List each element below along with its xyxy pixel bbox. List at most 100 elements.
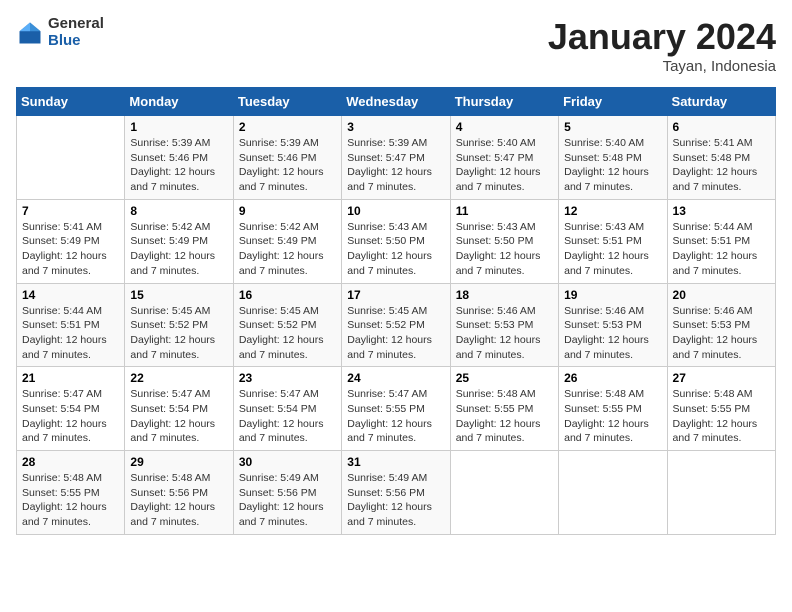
logo: General Blue: [16, 16, 104, 49]
col-thursday: Thursday: [450, 88, 558, 116]
day-detail: Sunrise: 5:45 AM Sunset: 5:52 PM Dayligh…: [347, 304, 444, 363]
day-number: 15: [130, 288, 227, 302]
day-number: 19: [564, 288, 661, 302]
day-number: 3: [347, 120, 444, 134]
day-detail: Sunrise: 5:47 AM Sunset: 5:54 PM Dayligh…: [239, 387, 336, 446]
calendar-cell: 2 Sunrise: 5:39 AM Sunset: 5:46 PM Daylig…: [233, 116, 341, 200]
day-number: 11: [456, 204, 553, 218]
day-detail: Sunrise: 5:46 AM Sunset: 5:53 PM Dayligh…: [456, 304, 553, 363]
calendar-cell: 23 Sunrise: 5:47 AM Sunset: 5:54 PM Dayli…: [233, 367, 341, 451]
day-number: 26: [564, 371, 661, 385]
calendar-week-row: 1 Sunrise: 5:39 AM Sunset: 5:46 PM Daylig…: [17, 116, 776, 200]
calendar-header-row: Sunday Monday Tuesday Wednesday Thursday…: [17, 88, 776, 116]
day-detail: Sunrise: 5:46 AM Sunset: 5:53 PM Dayligh…: [673, 304, 770, 363]
calendar-cell: 29 Sunrise: 5:48 AM Sunset: 5:56 PM Dayli…: [125, 451, 233, 535]
day-number: 25: [456, 371, 553, 385]
day-detail: Sunrise: 5:49 AM Sunset: 5:56 PM Dayligh…: [347, 471, 444, 530]
day-detail: Sunrise: 5:45 AM Sunset: 5:52 PM Dayligh…: [130, 304, 227, 363]
col-monday: Monday: [125, 88, 233, 116]
calendar-cell: 11 Sunrise: 5:43 AM Sunset: 5:50 PM Dayli…: [450, 199, 558, 283]
calendar-cell: 16Sunrise: 5:45 AM Sunset: 5:52 PM Dayli…: [233, 283, 341, 367]
day-detail: Sunrise: 5:44 AM Sunset: 5:51 PM Dayligh…: [673, 220, 770, 279]
col-tuesday: Tuesday: [233, 88, 341, 116]
day-number: 31: [347, 455, 444, 469]
calendar-cell: 15 Sunrise: 5:45 AM Sunset: 5:52 PM Dayli…: [125, 283, 233, 367]
day-number: 20: [673, 288, 770, 302]
calendar-cell: 18 Sunrise: 5:46 AM Sunset: 5:53 PM Dayli…: [450, 283, 558, 367]
calendar-cell: 3 Sunrise: 5:39 AM Sunset: 5:47 PM Daylig…: [342, 116, 450, 200]
calendar-cell: 19 Sunrise: 5:46 AM Sunset: 5:53 PM Dayli…: [559, 283, 667, 367]
calendar-cell: 24 Sunrise: 5:47 AM Sunset: 5:55 PM Dayli…: [342, 367, 450, 451]
day-detail: Sunrise: 5:42 AM Sunset: 5:49 PM Dayligh…: [130, 220, 227, 279]
day-number: 12: [564, 204, 661, 218]
calendar-cell: 27 Sunrise: 5:48 AM Sunset: 5:55 PM Dayli…: [667, 367, 775, 451]
day-detail: Sunrise: 5:48 AM Sunset: 5:55 PM Dayligh…: [22, 471, 119, 530]
day-number: 1: [130, 120, 227, 134]
day-detail: Sunrise: 5:44 AM Sunset: 5:51 PM Dayligh…: [22, 304, 119, 363]
calendar-cell: [450, 451, 558, 535]
day-number: 17: [347, 288, 444, 302]
calendar-cell: [667, 451, 775, 535]
calendar-week-row: 7 Sunrise: 5:41 AM Sunset: 5:49 PM Daylig…: [17, 199, 776, 283]
day-detail: Sunrise: 5:40 AM Sunset: 5:48 PM Dayligh…: [564, 136, 661, 195]
calendar-cell: 25 Sunrise: 5:48 AM Sunset: 5:55 PM Dayli…: [450, 367, 558, 451]
day-detail: Sunrise: 5:48 AM Sunset: 5:55 PM Dayligh…: [456, 387, 553, 446]
col-saturday: Saturday: [667, 88, 775, 116]
calendar-cell: 4 Sunrise: 5:40 AM Sunset: 5:47 PM Daylig…: [450, 116, 558, 200]
calendar-cell: 8 Sunrise: 5:42 AM Sunset: 5:49 PM Daylig…: [125, 199, 233, 283]
calendar-cell: 10Sunrise: 5:43 AM Sunset: 5:50 PM Dayli…: [342, 199, 450, 283]
day-detail: Sunrise: 5:46 AM Sunset: 5:53 PM Dayligh…: [564, 304, 661, 363]
day-detail: Sunrise: 5:39 AM Sunset: 5:47 PM Dayligh…: [347, 136, 444, 195]
calendar-cell: 14Sunrise: 5:44 AM Sunset: 5:51 PM Dayli…: [17, 283, 125, 367]
day-detail: Sunrise: 5:49 AM Sunset: 5:56 PM Dayligh…: [239, 471, 336, 530]
day-detail: Sunrise: 5:47 AM Sunset: 5:55 PM Dayligh…: [347, 387, 444, 446]
calendar-cell: 28Sunrise: 5:48 AM Sunset: 5:55 PM Dayli…: [17, 451, 125, 535]
day-detail: Sunrise: 5:42 AM Sunset: 5:49 PM Dayligh…: [239, 220, 336, 279]
calendar-table: Sunday Monday Tuesday Wednesday Thursday…: [16, 87, 776, 535]
day-number: 30: [239, 455, 336, 469]
day-number: 29: [130, 455, 227, 469]
col-friday: Friday: [559, 88, 667, 116]
day-detail: Sunrise: 5:48 AM Sunset: 5:55 PM Dayligh…: [673, 387, 770, 446]
calendar-cell: 30 Sunrise: 5:49 AM Sunset: 5:56 PM Dayli…: [233, 451, 341, 535]
day-number: 23: [239, 371, 336, 385]
calendar-cell: 21Sunrise: 5:47 AM Sunset: 5:54 PM Dayli…: [17, 367, 125, 451]
day-detail: Sunrise: 5:45 AM Sunset: 5:52 PM Dayligh…: [239, 304, 336, 363]
day-detail: Sunrise: 5:39 AM Sunset: 5:46 PM Dayligh…: [130, 136, 227, 195]
calendar-cell: 13Sunrise: 5:44 AM Sunset: 5:51 PM Dayli…: [667, 199, 775, 283]
day-detail: Sunrise: 5:39 AM Sunset: 5:46 PM Dayligh…: [239, 136, 336, 195]
day-number: 4: [456, 120, 553, 134]
title-area: January 2024 Tayan, Indonesia: [548, 16, 776, 75]
day-detail: Sunrise: 5:43 AM Sunset: 5:50 PM Dayligh…: [456, 220, 553, 279]
calendar-week-row: 28Sunrise: 5:48 AM Sunset: 5:55 PM Dayli…: [17, 451, 776, 535]
day-number: 2: [239, 120, 336, 134]
calendar-cell: 7 Sunrise: 5:41 AM Sunset: 5:49 PM Daylig…: [17, 199, 125, 283]
calendar-cell: 31 Sunrise: 5:49 AM Sunset: 5:56 PM Dayli…: [342, 451, 450, 535]
calendar-cell: 12 Sunrise: 5:43 AM Sunset: 5:51 PM Dayli…: [559, 199, 667, 283]
day-number: 6: [673, 120, 770, 134]
calendar-subtitle: Tayan, Indonesia: [548, 58, 776, 75]
day-number: 8: [130, 204, 227, 218]
calendar-cell: 1 Sunrise: 5:39 AM Sunset: 5:46 PM Daylig…: [125, 116, 233, 200]
day-number: 7: [22, 204, 119, 218]
calendar-cell: [17, 116, 125, 200]
day-detail: Sunrise: 5:43 AM Sunset: 5:50 PM Dayligh…: [347, 220, 444, 279]
day-detail: Sunrise: 5:40 AM Sunset: 5:47 PM Dayligh…: [456, 136, 553, 195]
calendar-cell: 26Sunrise: 5:48 AM Sunset: 5:55 PM Dayli…: [559, 367, 667, 451]
logo-text: General Blue: [48, 16, 104, 49]
calendar-cell: 20 Sunrise: 5:46 AM Sunset: 5:53 PM Dayli…: [667, 283, 775, 367]
day-detail: Sunrise: 5:43 AM Sunset: 5:51 PM Dayligh…: [564, 220, 661, 279]
day-detail: Sunrise: 5:47 AM Sunset: 5:54 PM Dayligh…: [130, 387, 227, 446]
calendar-cell: [559, 451, 667, 535]
day-detail: Sunrise: 5:41 AM Sunset: 5:49 PM Dayligh…: [22, 220, 119, 279]
col-sunday: Sunday: [17, 88, 125, 116]
calendar-week-row: 21Sunrise: 5:47 AM Sunset: 5:54 PM Dayli…: [17, 367, 776, 451]
day-number: 18: [456, 288, 553, 302]
calendar-week-row: 14Sunrise: 5:44 AM Sunset: 5:51 PM Dayli…: [17, 283, 776, 367]
day-number: 22: [130, 371, 227, 385]
logo-blue-text: Blue: [48, 33, 104, 50]
day-detail: Sunrise: 5:48 AM Sunset: 5:56 PM Dayligh…: [130, 471, 227, 530]
day-number: 24: [347, 371, 444, 385]
day-number: 27: [673, 371, 770, 385]
calendar-cell: 6Sunrise: 5:41 AM Sunset: 5:48 PM Daylig…: [667, 116, 775, 200]
